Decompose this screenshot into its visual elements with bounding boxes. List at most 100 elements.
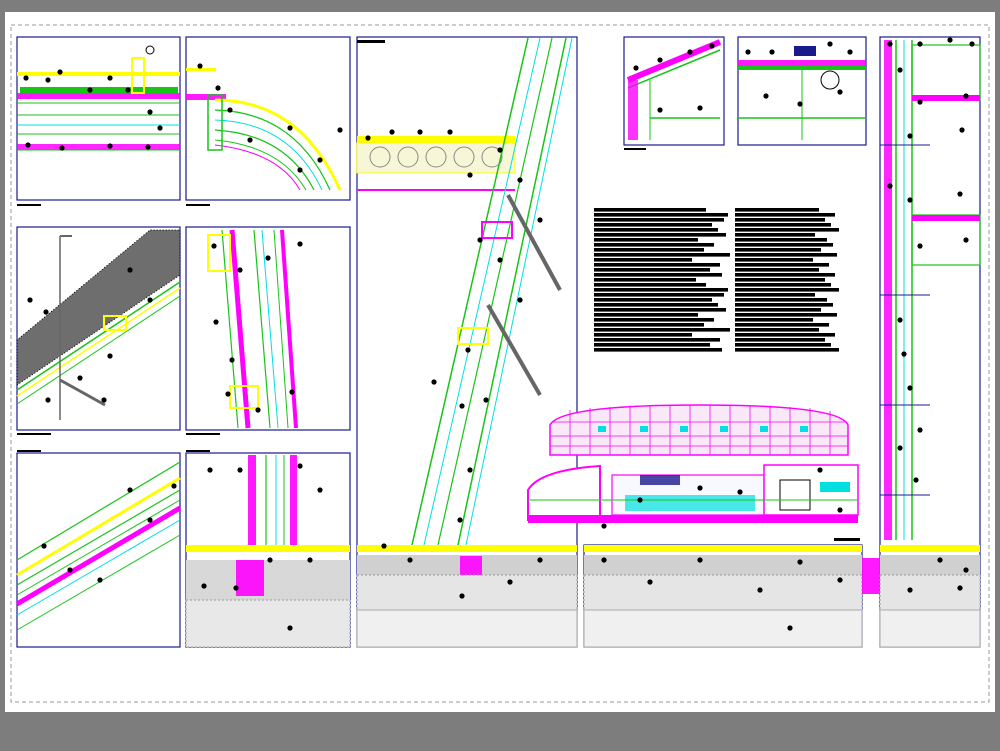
detail-1: [16, 36, 181, 206]
notes-block-left: [594, 208, 730, 352]
annotation-bullet: [847, 49, 853, 55]
annotation-bullet: [917, 41, 923, 47]
note-line: [735, 233, 815, 237]
annotation-bullet: [887, 41, 893, 47]
annotation-bullet: [887, 183, 893, 189]
annotation-bullet: [787, 625, 793, 631]
annotation-bullet: [457, 517, 463, 523]
note-line: [735, 318, 813, 322]
annotation-bullet: [101, 397, 107, 403]
annotation-bullet: [797, 559, 803, 565]
annotation-bullet: [97, 577, 103, 583]
annotation-bullet: [297, 463, 303, 469]
annotation-bullet: [381, 543, 387, 549]
annotation-bullet: [215, 85, 221, 91]
note-line: [594, 333, 692, 337]
note-line: [594, 348, 722, 352]
note-line: [735, 263, 829, 267]
annotation-bullet: [959, 127, 965, 133]
annotation-bullet: [907, 587, 913, 593]
annotation-bullet: [963, 93, 969, 99]
annotation-bullet: [601, 557, 607, 563]
annotation-bullet: [317, 157, 323, 163]
annotation-bullet: [897, 317, 903, 323]
note-line: [735, 218, 825, 222]
annotation-bullet: [763, 93, 769, 99]
annotation-bullet: [289, 389, 295, 395]
note-line: [735, 223, 831, 227]
annotation-bullet: [265, 255, 271, 261]
annotation-bullet: [287, 125, 293, 131]
annotation-bullet: [483, 397, 489, 403]
note-line: [735, 278, 825, 282]
annotation-bullet: [45, 77, 51, 83]
annotation-bullet: [497, 147, 503, 153]
note-line: [594, 293, 724, 297]
annotation-bullet: [147, 109, 153, 115]
annotation-bullet: [233, 585, 239, 591]
annotation-bullet: [769, 49, 775, 55]
notes-block-right: [735, 208, 839, 352]
annotation-bullet: [837, 577, 843, 583]
annotation-bullet: [757, 587, 763, 593]
note-line: [735, 323, 829, 327]
note-line: [735, 273, 835, 277]
annotation-bullet: [497, 257, 503, 263]
annotation-bullet: [25, 142, 31, 148]
annotation-bullet: [517, 177, 523, 183]
detail-2: [185, 36, 351, 206]
note-line: [594, 303, 718, 307]
note-line: [735, 303, 833, 307]
annotation-bullet: [171, 483, 177, 489]
note-line: [594, 273, 722, 277]
annotation-bullet: [365, 135, 371, 141]
annotation-bullet: [817, 467, 823, 473]
annotation-bullet: [907, 197, 913, 203]
annotation-bullet: [709, 43, 715, 49]
annotation-bullet: [297, 167, 303, 173]
annotation-bullet: [125, 87, 131, 93]
note-line: [594, 308, 726, 312]
annotation-bullet: [507, 579, 513, 585]
detail-12: [583, 538, 863, 648]
cad-viewer-canvas[interactable]: [0, 0, 1000, 751]
note-line: [735, 338, 825, 342]
annotation-bullet: [107, 143, 113, 149]
annotation-bullet: [947, 37, 953, 43]
annotation-bullet: [41, 543, 47, 549]
annotation-bullet: [157, 125, 163, 131]
annotation-bullet: [917, 243, 923, 249]
note-line: [735, 243, 833, 247]
annotation-bullet: [917, 99, 923, 105]
note-line: [594, 228, 718, 232]
annotation-bullet: [697, 557, 703, 563]
annotation-bullet: [963, 567, 969, 573]
annotation-bullet: [467, 172, 473, 178]
annotation-bullet: [197, 63, 203, 69]
annotation-bullet: [827, 41, 833, 47]
note-line: [594, 263, 720, 267]
annotation-bullet: [657, 107, 663, 113]
annotation-bullet: [957, 585, 963, 591]
note-line: [735, 208, 819, 212]
annotation-bullet: [59, 145, 65, 151]
note-line: [594, 258, 692, 262]
annotation-bullet: [957, 191, 963, 197]
annotation-bullet: [901, 351, 907, 357]
note-line: [594, 213, 728, 217]
note-line: [594, 233, 726, 237]
note-line: [594, 323, 704, 327]
annotation-bullet: [907, 385, 913, 391]
annotation-bullet: [467, 467, 473, 473]
annotation-bullet: [797, 101, 803, 107]
annotation-bullet: [477, 237, 483, 243]
annotation-bullet: [307, 557, 313, 563]
note-line: [594, 268, 710, 272]
annotation-bullet: [127, 487, 133, 493]
annotation-bullet: [337, 127, 343, 133]
annotation-bullet: [837, 89, 843, 95]
annotation-bullet: [127, 267, 133, 273]
annotation-bullet: [57, 69, 63, 75]
annotation-bullet: [389, 129, 395, 135]
annotation-bullet: [647, 579, 653, 585]
